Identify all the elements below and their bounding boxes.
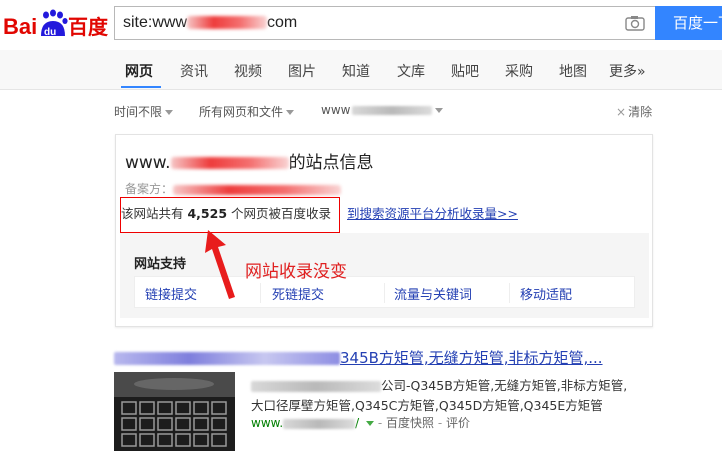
steel-tubes-image (114, 372, 235, 451)
redacted-title (114, 352, 340, 365)
tab-purchase[interactable]: 采购 (505, 61, 533, 81)
deadlink-submit-link[interactable]: 死链提交 (272, 284, 324, 303)
result-url-row: www. / - 百度快照 - 评价 (251, 416, 471, 430)
mobile-adapt-link[interactable]: 移动适配 (520, 284, 572, 303)
snapshot-link[interactable]: 百度快照 (386, 416, 434, 430)
redacted-site (352, 106, 433, 115)
tab-more[interactable]: 更多» (609, 61, 646, 81)
redacted-domain (187, 16, 268, 30)
filter-site[interactable]: www (321, 103, 444, 117)
indexed-count-text: 该网站共有 4,525 个网页被百度收录 (121, 206, 332, 221)
paw-icon: du (41, 9, 68, 38)
redacted-url (283, 418, 356, 429)
search-input[interactable]: site:www com (114, 6, 655, 40)
result-thumbnail[interactable] (114, 372, 235, 451)
divider (260, 283, 261, 303)
caret-down-icon (435, 108, 444, 113)
logo-text-du: du (44, 27, 56, 38)
search-query[interactable]: site:www com (123, 14, 297, 32)
clear-filters-button[interactable]: × 清除 (616, 103, 652, 120)
review-link[interactable]: 评价 (446, 416, 470, 430)
support-title: 网站支持 (134, 257, 187, 272)
tab-wenku[interactable]: 文库 (397, 61, 425, 81)
tab-images[interactable]: 图片 (288, 61, 316, 81)
logo-text-bai: Bai (3, 14, 37, 39)
tab-web[interactable]: 网页 (125, 61, 153, 81)
nav-bar: 网页 资讯 视频 图片 知道 文库 贴吧 采购 地图 更多» (0, 50, 722, 90)
annotation-arrow (205, 230, 235, 299)
redacted-company (173, 184, 342, 195)
icp-record: 备案方： (125, 180, 342, 197)
site-info-title: www. 的站点信息 (125, 153, 374, 173)
result-title-link[interactable]: 345B方矩管,无缝方矩管,非标方矩管,... (114, 347, 603, 368)
tab-news[interactable]: 资讯 (180, 61, 208, 81)
caret-down-icon[interactable] (366, 421, 375, 426)
camera-icon[interactable] (625, 15, 645, 31)
result-snippet-line1: 公司-Q345B方矩管,无缝方矩管,非标方矩管, (251, 375, 627, 394)
logo-text-baidu-cn: 百度 (68, 15, 109, 39)
annotation-text: 网站收录没变 (245, 262, 347, 282)
filter-time[interactable]: 时间不限 (114, 103, 174, 120)
tab-tieba[interactable]: 贴吧 (451, 61, 479, 81)
caret-down-icon (286, 110, 295, 115)
caret-down-icon (165, 110, 174, 115)
filter-filetype[interactable]: 所有网页和文件 (199, 103, 295, 120)
redacted-company (251, 381, 381, 392)
search-button[interactable]: 百度一下 (655, 6, 722, 40)
indexed-count-value: 4,525 (187, 206, 228, 221)
analyze-index-link[interactable]: 到搜索资源平台分析收录量>> (347, 203, 518, 222)
active-tab-indicator (121, 86, 161, 88)
redacted-domain (170, 157, 289, 169)
tab-video[interactable]: 视频 (234, 61, 262, 81)
baidu-logo[interactable]: Bai du 百度 (3, 8, 113, 42)
traffic-keywords-link[interactable]: 流量与关键词 (394, 284, 472, 303)
close-icon: × (616, 105, 627, 119)
divider (384, 283, 385, 303)
tab-map[interactable]: 地图 (559, 61, 587, 81)
divider (509, 283, 510, 303)
tab-zhidao[interactable]: 知道 (342, 61, 370, 81)
result-snippet-line2: 大口径厚壁方矩管,Q345C方矩管,Q345D方矩管,Q345E方矩管 (251, 398, 603, 413)
